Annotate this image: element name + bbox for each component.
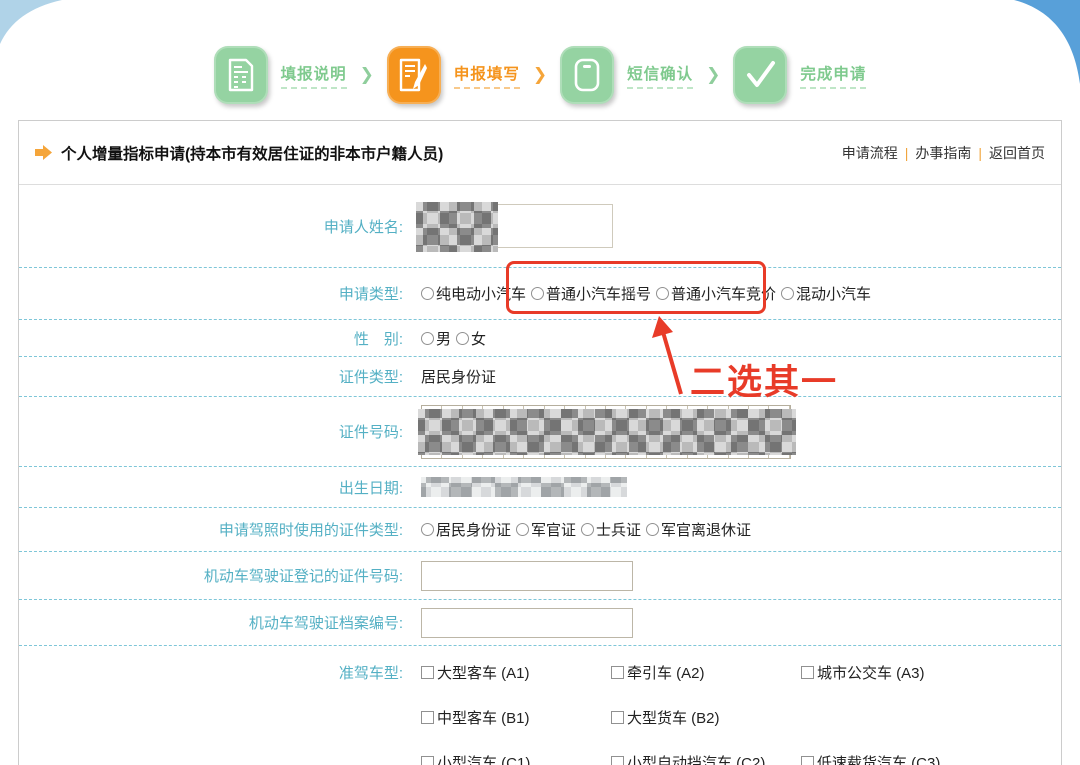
radio-icon[interactable] xyxy=(516,523,529,536)
checkbox-icon[interactable] xyxy=(611,756,624,765)
phone-icon xyxy=(560,46,614,104)
panel-header: 个人增量指标申请(持本市有效居住证的非本市户籍人员) 申请流程 | 办事指南 |… xyxy=(19,121,1061,185)
checkbox-icon[interactable] xyxy=(801,756,814,765)
row-birth-date: 出生日期: xyxy=(19,467,1061,508)
page-title: 个人增量指标申请(持本市有效居住证的非本市户籍人员) xyxy=(61,142,842,164)
license-reg-id-number-input[interactable] xyxy=(421,561,633,591)
checkmark-icon xyxy=(733,46,787,104)
radio-option-officer-card[interactable]: 军官证 xyxy=(516,519,576,540)
radio-option-ordinary-car-bidding[interactable]: 普通小汽车竞价 xyxy=(656,283,776,304)
link-application-flow[interactable]: 申请流程 xyxy=(842,143,898,163)
checkbox-option-c2[interactable]: 小型自动挡汽车 (C2) xyxy=(611,752,796,765)
orange-arrow-icon xyxy=(35,145,52,160)
chevron-right-icon: ❯ xyxy=(706,65,720,85)
chevron-right-icon: ❯ xyxy=(533,65,547,85)
radio-icon[interactable] xyxy=(781,287,794,300)
radio-icon[interactable] xyxy=(421,287,434,300)
grid-spacer xyxy=(801,707,945,728)
checkbox-icon[interactable] xyxy=(421,756,434,765)
checkbox-icon[interactable] xyxy=(611,666,624,679)
document-icon xyxy=(214,46,268,104)
radio-icon[interactable] xyxy=(421,523,434,536)
checkbox-icon[interactable] xyxy=(421,711,434,724)
field-label: 机动车驾驶证档案编号: xyxy=(19,612,403,633)
row-id-number: 证件号码: xyxy=(19,397,1061,467)
row-id-type: 证件类型: 居民身份证 xyxy=(19,357,1061,397)
link-service-guide[interactable]: 办事指南 xyxy=(915,143,971,163)
step-label: 填报说明 xyxy=(281,62,347,89)
link-separator: | xyxy=(905,145,909,161)
radio-option-retired-officer-card[interactable]: 军官离退休证 xyxy=(646,519,751,540)
radio-icon[interactable] xyxy=(581,523,594,536)
radio-icon[interactable] xyxy=(421,332,434,345)
checkbox-icon[interactable] xyxy=(611,711,624,724)
step-label: 短信确认 xyxy=(627,62,693,89)
radio-option-female[interactable]: 女 xyxy=(456,328,486,349)
annotation-text: 二选其一 xyxy=(690,354,838,405)
step-complete-application: 完成申请 xyxy=(733,46,866,104)
checkbox-icon[interactable] xyxy=(421,666,434,679)
row-permitted-vehicle-types: 准驾车型: 大型客车 (A1) 牵引车 (A2) 城市公 xyxy=(19,646,1061,765)
checkbox-option-c1[interactable]: 小型汽车 (C1) xyxy=(421,752,606,765)
step-label: 完成申请 xyxy=(800,62,866,89)
row-license-file-number: 机动车驾驶证档案编号: xyxy=(19,600,1061,646)
field-label: 准驾车型: xyxy=(19,646,403,683)
field-label: 机动车驾驶证登记的证件号码: xyxy=(19,565,403,586)
redacted-name xyxy=(416,202,498,252)
redacted-id-number xyxy=(418,409,796,455)
checkbox-option-a2[interactable]: 牵引车 (A2) xyxy=(611,662,796,683)
radio-option-hybrid-car[interactable]: 混动小汽车 xyxy=(781,283,871,304)
vehicle-type-grid: 大型客车 (A1) 牵引车 (A2) 城市公交车 (A3) 中型客车 xyxy=(421,646,945,765)
page: 填报说明 ❯ 申报填写 ❯ 短信确认 ❯ xyxy=(0,0,1080,765)
step-indicator: 填报说明 ❯ 申报填写 ❯ 短信确认 ❯ xyxy=(0,40,1080,110)
step-sms-confirmation: 短信确认 ❯ xyxy=(560,46,720,104)
field-label: 证件类型: xyxy=(19,366,403,387)
radio-option-electric-car[interactable]: 纯电动小汽车 xyxy=(421,283,526,304)
radio-icon[interactable] xyxy=(656,287,669,300)
edit-form-icon xyxy=(387,46,441,104)
radio-option-male[interactable]: 男 xyxy=(421,328,451,349)
radio-icon[interactable] xyxy=(646,523,659,536)
redacted-birth-date xyxy=(421,477,627,497)
field-label: 性 别: xyxy=(19,328,403,349)
checkbox-option-b2[interactable]: 大型货车 (B2) xyxy=(611,707,796,728)
checkbox-option-a1[interactable]: 大型客车 (A1) xyxy=(421,662,606,683)
id-number-segmented-input[interactable] xyxy=(421,405,791,459)
link-separator: | xyxy=(978,145,982,161)
row-license-id-type: 申请驾照时使用的证件类型: 居民身份证 军官证 士兵证 xyxy=(19,508,1061,552)
checkbox-option-b1[interactable]: 中型客车 (B1) xyxy=(421,707,606,728)
id-type-value: 居民身份证 xyxy=(421,366,496,387)
field-label: 申请驾照时使用的证件类型: xyxy=(19,519,403,540)
field-label: 出生日期: xyxy=(19,477,403,498)
checkbox-icon[interactable] xyxy=(801,666,814,679)
header-links: 申请流程 | 办事指南 | 返回首页 xyxy=(842,143,1045,163)
field-label: 申请类型: xyxy=(19,283,403,304)
row-applicant-name: 申请人姓名: xyxy=(19,185,1061,268)
radio-option-ordinary-car-lottery[interactable]: 普通小汽车摇号 xyxy=(531,283,651,304)
checkbox-option-a3[interactable]: 城市公交车 (A3) xyxy=(801,662,940,683)
radio-option-soldier-card[interactable]: 士兵证 xyxy=(581,519,641,540)
link-return-home[interactable]: 返回首页 xyxy=(989,143,1045,163)
step-declaration-filling: 申报填写 ❯ xyxy=(387,46,547,104)
form-panel: 个人增量指标申请(持本市有效居住证的非本市户籍人员) 申请流程 | 办事指南 |… xyxy=(18,120,1062,765)
radio-icon[interactable] xyxy=(456,332,469,345)
step-label: 申报填写 xyxy=(454,62,520,89)
radio-icon[interactable] xyxy=(531,287,544,300)
application-form: 申请人姓名: 申请类型: 纯电动小汽车 普通小汽车 xyxy=(19,185,1061,765)
field-label: 申请人姓名: xyxy=(19,216,403,237)
row-gender: 性 别: 男 女 xyxy=(19,320,1061,357)
radio-option-resident-id[interactable]: 居民身份证 xyxy=(421,519,511,540)
row-application-type: 申请类型: 纯电动小汽车 普通小汽车摇号 普通小汽车竞价 xyxy=(19,268,1061,320)
applicant-name-input[interactable] xyxy=(421,204,613,248)
corner-decoration-left xyxy=(0,0,62,44)
row-license-reg-id-number: 机动车驾驶证登记的证件号码: xyxy=(19,552,1061,600)
chevron-right-icon: ❯ xyxy=(360,65,374,85)
license-file-number-input[interactable] xyxy=(421,608,633,638)
field-label: 证件号码: xyxy=(19,421,403,442)
checkbox-option-c3[interactable]: 低速载货汽车 (C3) xyxy=(801,752,940,765)
step-fill-instructions: 填报说明 ❯ xyxy=(214,46,374,104)
